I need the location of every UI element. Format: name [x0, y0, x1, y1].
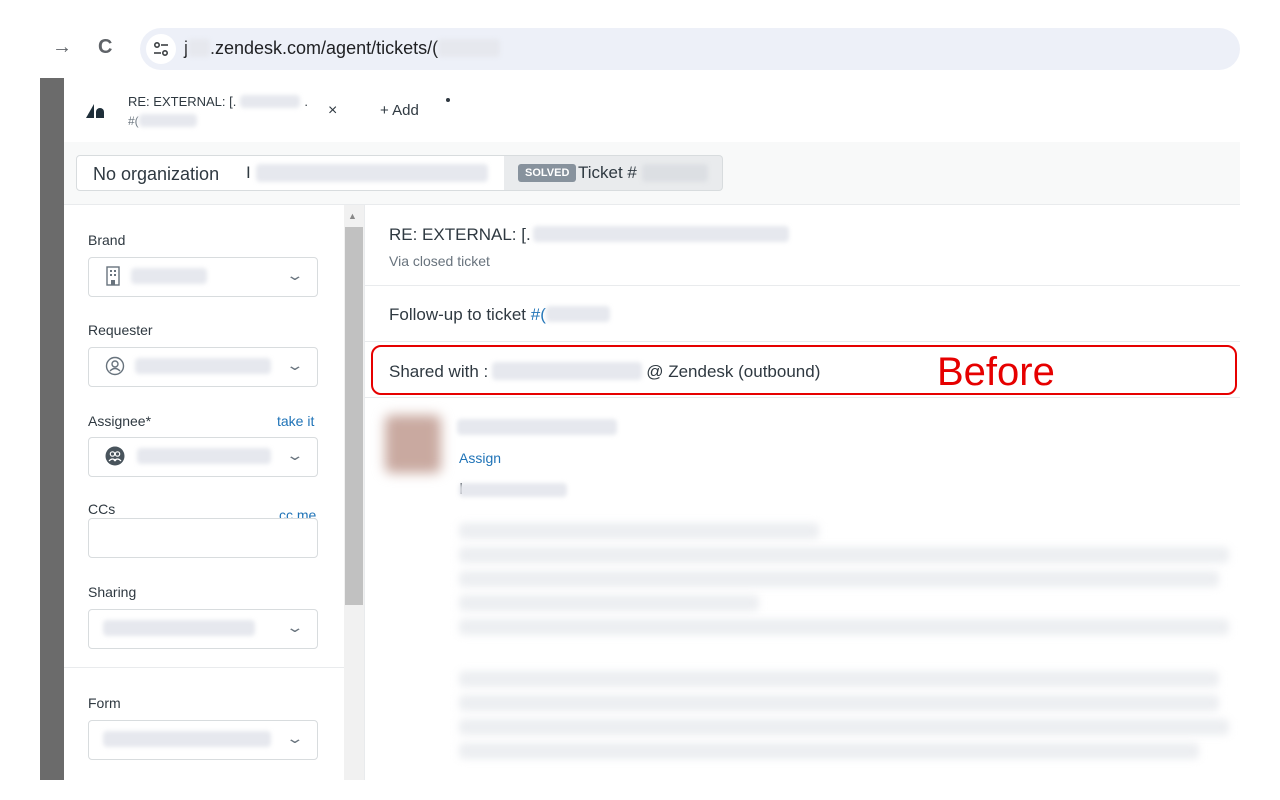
- app-nav-strip: [40, 78, 64, 780]
- requester-breadcrumb[interactable]: I: [232, 155, 505, 191]
- author-name-redacted: [457, 419, 617, 435]
- sharing-select[interactable]: ⌄: [88, 609, 318, 649]
- requester-select[interactable]: ⌄: [88, 347, 318, 387]
- requester-label: Requester: [88, 322, 153, 338]
- message-body-redacted: [459, 695, 1219, 711]
- chevron-down-icon: ⌄: [285, 730, 305, 746]
- ticket-properties-sidebar: Brand ⌄ Requester ⌄ Assignee* take it ⌄ …: [64, 205, 365, 780]
- ticket-breadcrumb[interactable]: SOLVED Ticket #: [504, 155, 723, 191]
- conversation-pane: RE: EXTERNAL: [. Via closed ticket Follo…: [365, 205, 1240, 780]
- requester-name-redacted: [256, 164, 488, 182]
- context-bar: No organization I SOLVED Ticket #: [64, 142, 1240, 205]
- assignee-label: Assignee*: [88, 413, 152, 429]
- tab-title: RE: EXTERNAL: [..: [128, 94, 308, 109]
- site-info-icon[interactable]: [146, 34, 176, 64]
- chevron-down-icon: ⌄: [285, 267, 305, 283]
- chevron-down-icon: ⌄: [285, 619, 305, 635]
- message-body-redacted: [459, 595, 759, 611]
- sharing-value-redacted: [103, 620, 255, 636]
- ccs-input[interactable]: [88, 518, 318, 558]
- message-body-redacted: [459, 719, 1229, 735]
- reload-icon[interactable]: C: [98, 36, 112, 59]
- ticket-number-label: Ticket #: [578, 163, 637, 182]
- status-badge: SOLVED: [518, 164, 577, 182]
- close-tab-icon[interactable]: ×: [328, 102, 337, 120]
- forward-icon[interactable]: →: [52, 36, 72, 59]
- zendesk-logo-icon: [86, 104, 104, 123]
- divider: [365, 397, 1240, 398]
- form-select[interactable]: ⌄: [88, 720, 318, 760]
- tab-ticket-number: #(: [128, 114, 197, 128]
- greeting-redacted: [459, 483, 567, 497]
- user-icon: [105, 356, 125, 381]
- scroll-up-icon[interactable]: ▲: [348, 211, 357, 221]
- sidebar-scroll-thumb[interactable]: [345, 227, 363, 605]
- assignee-select[interactable]: ⌄: [88, 437, 318, 477]
- author-avatar[interactable]: [385, 415, 441, 473]
- brand-select[interactable]: ⌄: [88, 257, 318, 297]
- ticket-subject: RE: EXTERNAL: [.: [389, 225, 789, 245]
- requester-initial: I: [246, 163, 251, 182]
- divider: [365, 341, 1240, 342]
- assign-link[interactable]: Assign: [459, 450, 501, 466]
- annotation-label: Before: [937, 350, 1055, 394]
- group-avatar-icon: [105, 446, 125, 471]
- tab-bar: RE: EXTERNAL: [.. #( × + Add: [64, 78, 1240, 143]
- ccs-label: CCs: [88, 501, 116, 517]
- url-text[interactable]: j .zendesk.com/agent/tickets/(: [184, 38, 501, 59]
- message-body-redacted: [459, 743, 1199, 759]
- brand-label: Brand: [88, 232, 126, 248]
- ticket-number-redacted: [642, 164, 708, 182]
- message-body-redacted: [459, 571, 1219, 587]
- message-body-redacted: [459, 671, 1219, 687]
- add-tab-button[interactable]: + Add: [380, 102, 419, 119]
- sharing-label: Sharing: [88, 584, 137, 600]
- chevron-down-icon: ⌄: [285, 357, 305, 373]
- brand-value-redacted: [131, 268, 207, 284]
- building-icon: [105, 266, 121, 291]
- take-it-link[interactable]: take it: [277, 413, 314, 429]
- followup-notice: Follow-up to ticket #(: [389, 305, 610, 325]
- form-value-redacted: [103, 731, 271, 747]
- requester-value-redacted: [135, 358, 271, 374]
- sidebar-divider: [64, 667, 344, 668]
- message-body-redacted: [459, 523, 819, 539]
- organization-breadcrumb[interactable]: No organization: [76, 155, 234, 191]
- chevron-down-icon: ⌄: [285, 447, 305, 463]
- zendesk-workspace: RE: EXTERNAL: [.. #( × + Add No organiza…: [64, 78, 1240, 780]
- ticket-channel: Via closed ticket: [389, 253, 490, 269]
- organization-label: No organization: [93, 164, 220, 184]
- ticket-tab[interactable]: RE: EXTERNAL: [.. #( ×: [64, 78, 364, 142]
- browser-toolbar: → C j .zendesk.com/agent/tickets/(: [0, 0, 1280, 78]
- divider: [365, 285, 1240, 286]
- message-body-redacted: [459, 547, 1229, 563]
- assignee-value-redacted: [137, 448, 271, 464]
- unsaved-dot-icon: [446, 98, 450, 102]
- annotation-highlight-box: [371, 345, 1237, 395]
- form-label: Form: [88, 695, 121, 711]
- followup-ticket-link[interactable]: #(: [531, 305, 546, 324]
- message-body-redacted: [459, 619, 1229, 635]
